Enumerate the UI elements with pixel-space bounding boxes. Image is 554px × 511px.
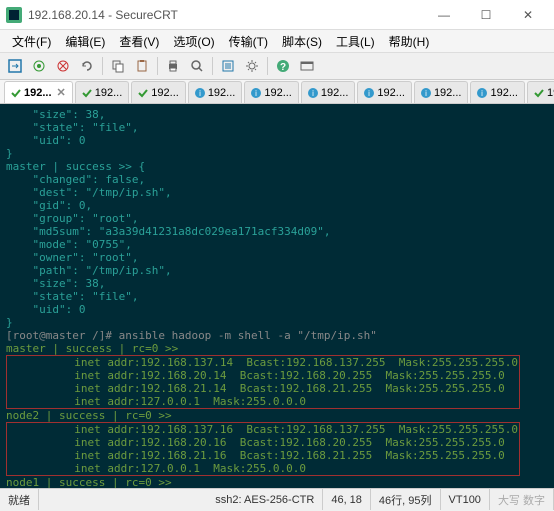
- status-term: VT100: [441, 489, 490, 510]
- window-buttons: — ☐ ✕: [424, 1, 548, 29]
- paste-icon[interactable]: [133, 57, 151, 75]
- menubar: 文件(F) 编辑(E) 查看(V) 选项(O) 传输(T) 脚本(S) 工具(L…: [0, 30, 554, 52]
- session-tab[interactable]: 192...: [527, 81, 554, 103]
- menu-view[interactable]: 查看(V): [113, 31, 165, 52]
- menu-transfer[interactable]: 传输(T): [223, 31, 274, 52]
- quick-connect-icon[interactable]: [6, 57, 24, 75]
- tab-label: 192...: [264, 87, 292, 99]
- session-tab[interactable]: i 192...: [188, 81, 243, 103]
- info-icon: i: [195, 88, 205, 98]
- toolbar-sep: [157, 57, 158, 75]
- sessions-icon[interactable]: [298, 57, 316, 75]
- window-title: 192.168.20.14 - SecureCRT: [28, 8, 424, 22]
- tab-label: 192...: [490, 87, 518, 99]
- menu-options[interactable]: 选项(O): [167, 31, 220, 52]
- menu-tools[interactable]: 工具(L): [330, 31, 381, 52]
- tab-close-icon[interactable]: ✕: [57, 86, 66, 99]
- reconnect-icon[interactable]: [78, 57, 96, 75]
- tab-label: 192...: [434, 87, 462, 99]
- session-tab[interactable]: i 192...: [244, 81, 299, 103]
- tab-label: 192...: [377, 87, 405, 99]
- help-icon[interactable]: ?: [274, 57, 292, 75]
- check-icon: [82, 88, 92, 98]
- svg-text:i: i: [255, 89, 257, 98]
- session-tab[interactable]: 192... ✕: [4, 81, 73, 103]
- session-tab[interactable]: i 192...: [301, 81, 356, 103]
- info-icon: i: [421, 88, 431, 98]
- svg-text:i: i: [482, 89, 484, 98]
- minimize-button[interactable]: —: [424, 1, 464, 29]
- session-tab[interactable]: i 192...: [470, 81, 525, 103]
- toolbar-sep: [102, 57, 103, 75]
- info-icon: i: [308, 88, 318, 98]
- session-tab[interactable]: 192...: [131, 81, 186, 103]
- status-ready: 就绪: [0, 489, 39, 510]
- info-icon: i: [364, 88, 374, 98]
- check-icon: [534, 88, 544, 98]
- menu-script[interactable]: 脚本(S): [276, 31, 328, 52]
- svg-text:i: i: [369, 89, 371, 98]
- status-pos: 46, 18: [323, 489, 371, 510]
- tab-label: 192...: [547, 87, 554, 99]
- toolbar-sep: [212, 57, 213, 75]
- tab-label: 192...: [321, 87, 349, 99]
- session-tab[interactable]: i 192...: [357, 81, 412, 103]
- maximize-button[interactable]: ☐: [466, 1, 506, 29]
- find-icon[interactable]: [188, 57, 206, 75]
- statusbar: 就绪 ssh2: AES-256-CTR 46, 18 46行, 95列 VT1…: [0, 488, 554, 510]
- tabbar: 192... ✕ 192... 192... i 192... i 192... i 192...…: [0, 80, 554, 104]
- status-size: 46行, 95列: [371, 489, 441, 510]
- session-tab[interactable]: 192...: [75, 81, 130, 103]
- print-icon[interactable]: [164, 57, 182, 75]
- menu-help[interactable]: 帮助(H): [383, 31, 436, 52]
- tab-label: 192...: [151, 87, 179, 99]
- close-button[interactable]: ✕: [508, 1, 548, 29]
- info-icon: i: [477, 88, 487, 98]
- svg-text:i: i: [199, 89, 201, 98]
- app-icon: [6, 7, 22, 23]
- properties-icon[interactable]: [219, 57, 237, 75]
- terminal[interactable]: "size": 38, "state": "file", "uid": 0}ma…: [0, 104, 554, 488]
- check-icon: [138, 88, 148, 98]
- svg-text:i: i: [425, 89, 427, 98]
- menu-file[interactable]: 文件(F): [6, 31, 57, 52]
- svg-text:?: ?: [280, 62, 286, 73]
- tab-label: 192...: [95, 87, 123, 99]
- status-ssh: ssh2: AES-256-CTR: [207, 489, 323, 510]
- disconnect-icon[interactable]: [54, 57, 72, 75]
- toolbar-sep: [267, 57, 268, 75]
- status-caps: 大写 数字: [490, 489, 554, 510]
- info-icon: i: [251, 88, 261, 98]
- session-tab[interactable]: i 192...: [414, 81, 469, 103]
- menu-edit[interactable]: 编辑(E): [59, 31, 111, 52]
- settings-icon[interactable]: [243, 57, 261, 75]
- connect-icon[interactable]: [30, 57, 48, 75]
- toolbar: ?: [0, 52, 554, 80]
- tab-label: 192...: [24, 87, 52, 99]
- svg-text:i: i: [312, 89, 314, 98]
- titlebar: 192.168.20.14 - SecureCRT — ☐ ✕: [0, 0, 554, 30]
- check-icon: [11, 88, 21, 98]
- copy-icon[interactable]: [109, 57, 127, 75]
- tab-label: 192...: [208, 87, 236, 99]
